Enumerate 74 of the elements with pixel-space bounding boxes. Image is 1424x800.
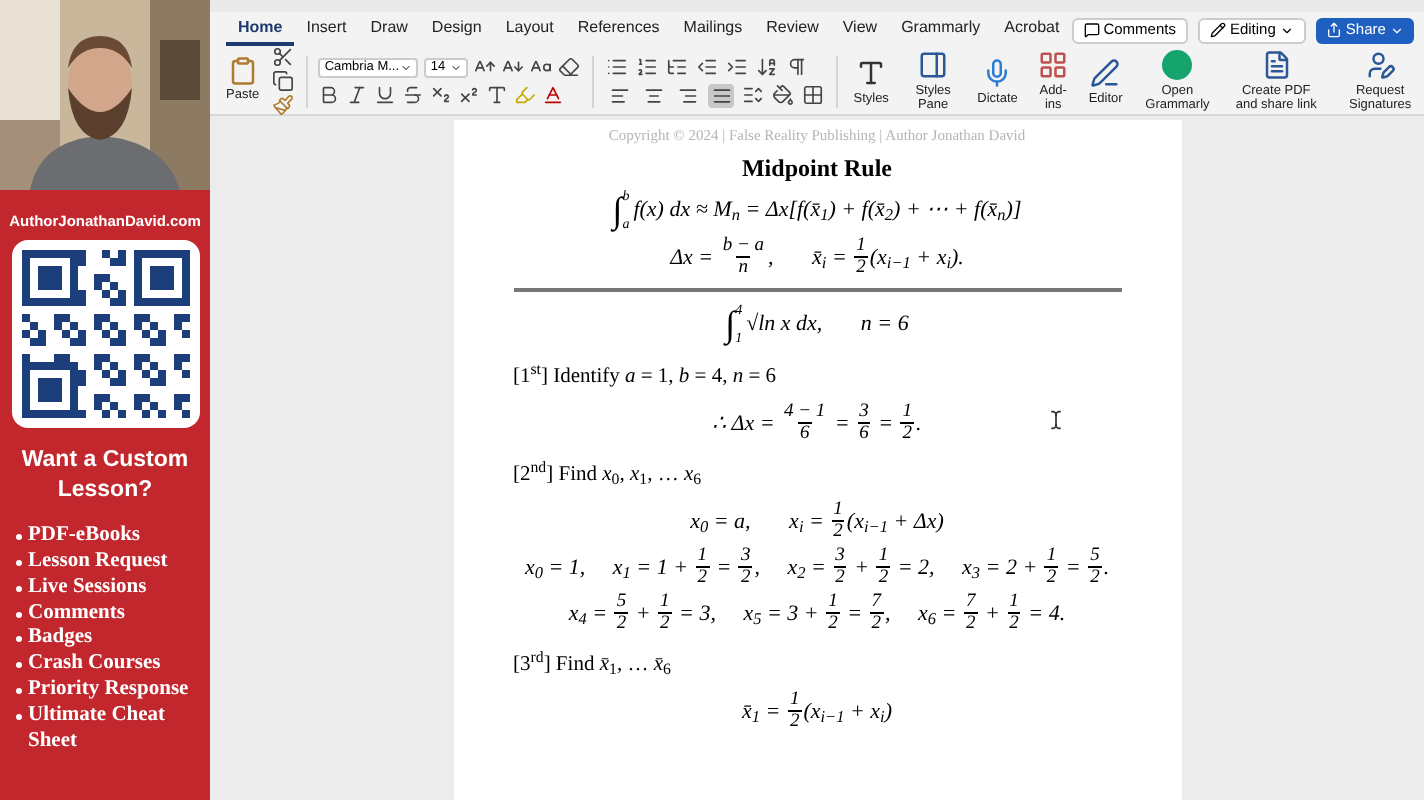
bullet-icon [16,611,22,618]
shading-icon[interactable] [772,84,795,106]
caret-icon [1279,23,1294,37]
superscript-icon[interactable] [458,84,481,106]
ribbon-tab[interactable]: Layout [493,14,566,46]
person-pen-icon [1365,50,1396,80]
multilevel-list-icon[interactable] [666,55,689,77]
grammarly-icon [1162,50,1193,80]
ribbon-tab[interactable]: Design [419,14,494,46]
styles-icon [856,57,887,87]
ribbon-tab[interactable]: Home [226,14,295,46]
ribbon-tab[interactable]: Mailings [671,14,755,46]
promo-item: PDF-eBooks [28,524,140,551]
caret-icon [450,61,463,73]
pane-icon [918,50,949,80]
clear-format-icon[interactable] [558,56,581,78]
text-cursor-icon [1046,408,1066,432]
indent-icon[interactable] [726,55,749,77]
step-heading: [2$^{nd}$] Find x$_{0}$, x$_{1}$, … x$_{6}$ [513,464,702,487]
subscript-icon[interactable] [430,84,453,106]
bullet-icon [16,688,22,695]
bullet-icon [16,534,22,541]
promo-item: Crash Courses [28,652,161,679]
bullet-icon [16,713,22,720]
bullet-icon [16,662,22,669]
pencil-icon [1209,22,1226,38]
ribbon-tab[interactable]: Review [754,14,831,46]
ribbon-tab[interactable]: Acrobat [992,14,1072,46]
bullet-icon [16,585,22,592]
text-effects-icon[interactable] [486,84,509,106]
step-heading: [1$^{st}$] Identify a = 1, b = 4, n = 6 [513,366,777,389]
grid-icon [1038,50,1069,80]
promo-item: Ultimate Cheat Sheet [28,703,168,755]
font-color-icon[interactable] [542,84,565,106]
numbering-icon[interactable] [636,55,659,77]
document-title: Midpoint Rule [739,152,894,187]
ribbon-tab[interactable]: View [830,14,890,46]
strikethrough-icon[interactable] [402,84,425,106]
ribbon-tab[interactable]: Grammarly [889,14,993,46]
italic-icon[interactable] [346,84,369,106]
align-button[interactable] [708,83,735,107]
clipboard-icon [227,56,258,87]
microphone-icon [982,57,1013,87]
promo-item: Priority Response [28,678,189,704]
ribbon-tab[interactable]: References [565,14,672,46]
promo-item: Badges [28,626,93,653]
bullet-icon [16,636,22,643]
underline-icon[interactable] [374,84,397,106]
bold-icon[interactable] [318,84,341,106]
ribbon-tab[interactable]: Draw [358,14,420,46]
pen-icon [1090,57,1121,87]
promo-item: Lesson Request [28,550,168,576]
copy-icon[interactable] [271,70,294,92]
outdent-icon[interactable] [696,55,719,77]
share-icon [1325,22,1342,38]
caret-icon [400,61,413,73]
scissors-icon[interactable] [271,46,294,68]
step-heading: [3$^{rd}$] Find x̄$_{1}$, … x̄$_{6}$ [513,654,671,677]
sort-icon[interactable] [756,55,779,77]
caret-icon [1389,23,1404,37]
comment-icon [1083,22,1100,38]
document-icon [1261,50,1292,80]
align-button[interactable] [674,83,701,107]
promo-item: Comments [28,601,125,627]
borders-icon[interactable] [802,84,825,106]
align-button[interactable] [640,83,667,107]
promo-item: Live Sessions [28,575,147,602]
shrink-font-icon[interactable] [502,56,525,78]
line-spacing-icon[interactable] [742,84,765,106]
promo-heading: Want a Custom Lesson? [19,446,191,507]
bullet-icon [16,560,22,567]
align-button[interactable] [606,83,633,107]
ribbon-tab[interactable]: Insert [294,14,359,46]
pilcrow-icon[interactable] [786,55,809,77]
